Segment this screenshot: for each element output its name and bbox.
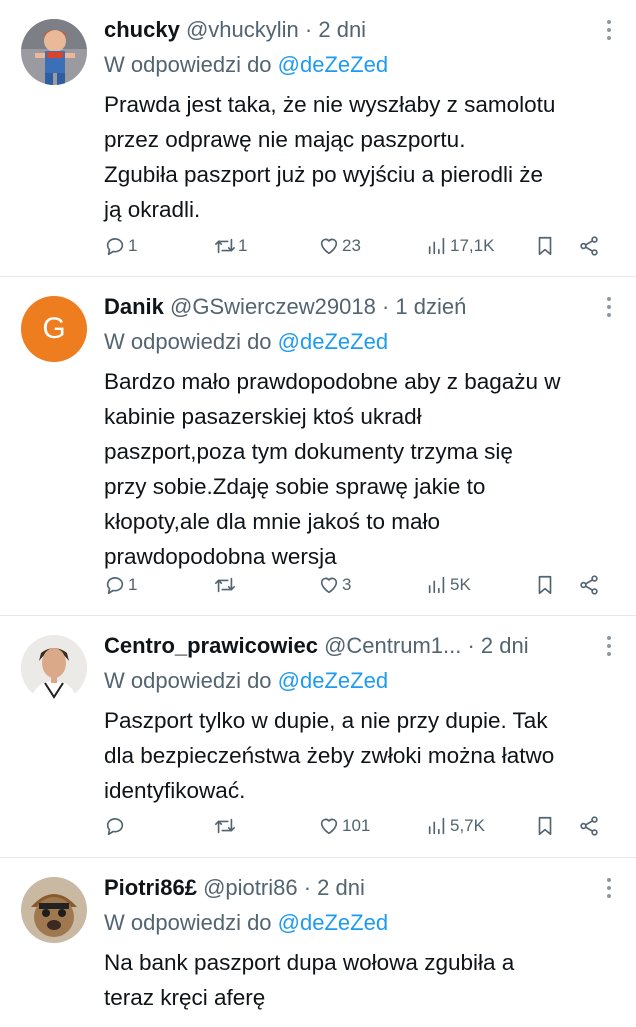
share-button[interactable] — [578, 810, 600, 842]
reply-button[interactable]: 1 — [104, 230, 137, 262]
like-count: 23 — [342, 236, 361, 255]
display-name[interactable]: Centro_prawicowiec — [104, 633, 318, 658]
bookmark-icon — [538, 575, 552, 595]
like-count: 3 — [342, 575, 352, 594]
tweet-text: Bardzo mało prawdopodobne aby z bagażu w… — [104, 369, 561, 569]
reply-prefix: W odpowiedzi do — [104, 52, 272, 77]
user-handle[interactable]: @GSwierczew29018 — [170, 294, 376, 319]
tweet-text: Paszport tylko w dupie, a nie przy dupie… — [104, 708, 555, 803]
avatar[interactable] — [21, 635, 87, 701]
tweet[interactable]: Piotri86£ @piotri86 · 2 dni W odpowiedzi… — [0, 858, 636, 1027]
bookmark-button[interactable] — [534, 810, 556, 842]
like-button[interactable]: 23 — [318, 230, 361, 262]
reply-count: 1 — [128, 575, 138, 594]
share-button[interactable] — [578, 569, 600, 601]
tweet-header: Danik @GSwierczew29018 · 1 dzień — [104, 291, 586, 323]
reply-prefix: W odpowiedzi do — [104, 329, 272, 354]
reply-mention[interactable]: @deZeZed — [278, 329, 388, 354]
like-count: 101 — [342, 816, 371, 835]
tweet[interactable]: G Danik @GSwierczew29018 · 1 dzień W odp… — [0, 277, 636, 616]
reply-context: W odpowiedzi do @deZeZed — [104, 665, 388, 697]
display-name[interactable]: Piotri86£ — [104, 875, 197, 900]
reply-feed: chucky @vhuckylin · 2 dni W odpowiedzi d… — [0, 0, 636, 1027]
more-icon[interactable] — [604, 878, 614, 902]
views-icon — [428, 576, 445, 594]
bookmark-icon — [538, 816, 552, 836]
share-icon — [580, 816, 598, 836]
views-button[interactable]: 17,1K — [426, 230, 494, 262]
reply-icon — [106, 818, 124, 836]
separator-dot: · — [303, 875, 312, 900]
like-button[interactable]: 3 — [318, 569, 351, 601]
display-name[interactable]: chucky — [104, 17, 180, 42]
reply-icon — [106, 577, 124, 595]
views-count: 17,1K — [450, 236, 495, 255]
tweet[interactable]: Centro_prawicowiec @Centrum1... · 2 dni … — [0, 616, 636, 858]
avatar[interactable] — [21, 877, 87, 943]
tweet-header: chucky @vhuckylin · 2 dni — [104, 14, 586, 46]
views-icon — [428, 237, 445, 255]
retweet-button[interactable] — [214, 569, 238, 601]
reply-mention[interactable]: @deZeZed — [278, 52, 388, 77]
timestamp[interactable]: 2 dni — [318, 17, 366, 42]
views-icon — [428, 817, 445, 835]
reply-count: 1 — [128, 236, 138, 255]
heart-icon — [320, 238, 338, 255]
reply-button[interactable]: 1 — [104, 569, 137, 601]
reply-icon — [106, 238, 124, 256]
user-handle[interactable]: @piotri86 — [203, 875, 298, 900]
retweet-icon — [215, 818, 235, 834]
separator-dot: · — [467, 633, 475, 658]
timestamp[interactable]: 2 dni — [481, 633, 529, 658]
like-button[interactable]: 101 — [318, 810, 370, 842]
user-handle[interactable]: @vhuckylin — [186, 17, 299, 42]
retweet-icon — [215, 238, 235, 254]
display-name[interactable]: Danik — [104, 294, 164, 319]
tweet[interactable]: chucky @vhuckylin · 2 dni W odpowiedzi d… — [0, 0, 636, 277]
retweet-icon — [215, 577, 235, 593]
views-button[interactable]: 5K — [426, 569, 471, 601]
reply-mention[interactable]: @deZeZed — [278, 668, 388, 693]
separator-dot: · — [381, 294, 390, 319]
tweet-actions: 101 5,7K — [104, 810, 610, 842]
tweet-text: Na bank paszport dupa wołowa zgubiła a t… — [104, 950, 515, 1010]
reply-mention[interactable]: @deZeZed — [278, 910, 388, 935]
views-button[interactable]: 5,7K — [426, 810, 485, 842]
reply-context: W odpowiedzi do @deZeZed — [104, 907, 388, 939]
bookmark-button[interactable] — [534, 230, 556, 262]
bookmark-icon — [538, 236, 552, 256]
tweet-actions: 1 1 23 17,1K — [104, 230, 610, 262]
timestamp[interactable]: 1 dzień — [395, 294, 466, 319]
tweet-actions: 1 3 5K — [104, 569, 610, 601]
more-icon[interactable] — [604, 20, 614, 44]
bookmark-button[interactable] — [534, 569, 556, 601]
share-icon — [580, 575, 598, 595]
share-icon — [580, 236, 598, 256]
tweet-header: Piotri86£ @piotri86 · 2 dni — [104, 872, 586, 904]
retweet-button[interactable]: 1 — [214, 230, 247, 262]
heart-icon — [320, 577, 338, 594]
share-button[interactable] — [578, 230, 600, 262]
reply-prefix: W odpowiedzi do — [104, 910, 272, 935]
reply-context: W odpowiedzi do @deZeZed — [104, 326, 388, 358]
heart-icon — [320, 818, 338, 835]
avatar[interactable] — [21, 19, 87, 85]
reply-prefix: W odpowiedzi do — [104, 668, 272, 693]
reply-button[interactable] — [104, 810, 128, 842]
user-handle[interactable]: @Centrum1... — [324, 633, 461, 658]
views-count: 5,7K — [450, 816, 485, 835]
avatar-letter: G — [42, 312, 66, 345]
more-icon[interactable] — [604, 636, 614, 660]
avatar[interactable]: G — [21, 296, 87, 362]
retweet-count: 1 — [238, 236, 248, 255]
separator-dot: · — [304, 17, 313, 42]
views-count: 5K — [450, 575, 471, 594]
retweet-button[interactable] — [214, 810, 238, 842]
more-icon[interactable] — [604, 297, 614, 321]
reply-context: W odpowiedzi do @deZeZed — [104, 49, 388, 81]
timestamp[interactable]: 2 dni — [317, 875, 365, 900]
tweet-header: Centro_prawicowiec @Centrum1... · 2 dni — [104, 630, 586, 662]
tweet-text: Prawda jest taka, że nie wyszłaby z samo… — [104, 92, 556, 222]
